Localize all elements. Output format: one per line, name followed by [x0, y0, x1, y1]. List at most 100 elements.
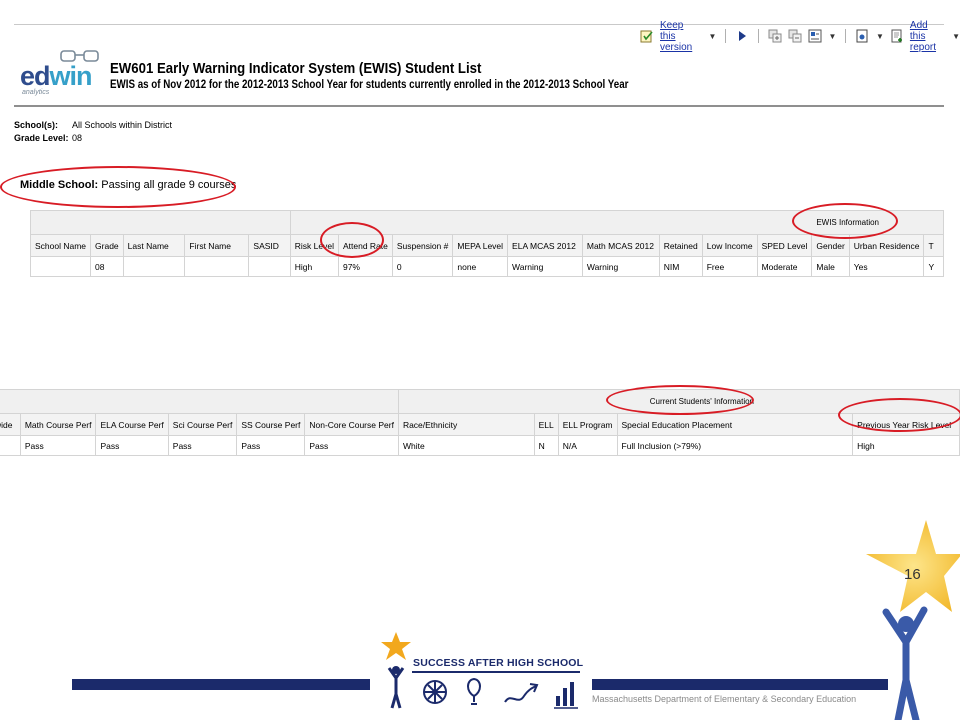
keep-version-dropdown-icon[interactable]: ▼	[709, 32, 717, 41]
brand-star-person-icon	[381, 632, 411, 709]
cell-0	[29, 256, 92, 277]
table-row: 08 High 97% 0 none Warning Warning NIM Free Moder…	[29, 256, 944, 277]
agency-name: Massachusetts Department of Elementary &…	[592, 694, 857, 704]
cell-2	[122, 256, 186, 277]
bar-chart-icon	[554, 682, 578, 709]
school-param-value: All Schools within District	[72, 120, 173, 130]
edwin-logo: edwin analytics	[20, 50, 102, 100]
report-subtitle: EWIS as of Nov 2012 for the 2012-2013 Sc…	[110, 79, 629, 91]
expand-icon[interactable]	[768, 29, 782, 43]
cell-6: White	[397, 435, 535, 456]
col-header-low-income[interactable]: Low Income	[701, 234, 758, 257]
cell-5: Pass	[304, 435, 399, 456]
col-header-ela-mcas-2012[interactable]: ELA MCAS 2012	[507, 234, 583, 257]
play-icon[interactable]	[735, 29, 749, 43]
report-toolbar: Keep this version ▼ ▼ ▼ Add this report …	[640, 20, 960, 53]
col-header-t[interactable]: T	[923, 234, 944, 257]
collapse-icon[interactable]	[788, 29, 802, 43]
cell-11: NIM	[658, 256, 703, 277]
toolbar-separator	[845, 29, 846, 43]
section-title: Middle School: Passing all grade 9 cours…	[20, 179, 237, 191]
ewis-header-row: School Name Grade Last Name First Name SASID…	[29, 234, 944, 257]
col-header-last-name[interactable]: Last Name	[122, 234, 186, 257]
col-header-ell-program[interactable]: ELL Program	[557, 413, 618, 436]
grade-param-label: Grade Level:	[14, 133, 69, 143]
print-dropdown-icon[interactable]: ▼	[876, 32, 884, 41]
keep-version-icon[interactable]	[640, 29, 654, 43]
cell-4: Pass	[236, 435, 306, 456]
current-header-row: wideMath Course PerfELA Course PerfSci C…	[0, 413, 960, 436]
table-row: Pass Pass Pass Pass Pass White N N/A Full Inclus…	[0, 435, 960, 456]
cell-6: 97%	[337, 256, 393, 277]
report-parameters: School(s): All Schools within District G…	[14, 119, 172, 145]
col-header-race-ethnicity[interactable]: Race/Ethnicity	[397, 413, 535, 436]
table-group-blank	[0, 389, 399, 414]
add-report-dropdown-icon[interactable]: ▼	[952, 32, 960, 41]
col-header-school-name[interactable]: School Name	[29, 234, 92, 257]
footer-bar-right	[592, 679, 888, 690]
cell-5: High	[289, 256, 339, 277]
logo-subtitle: analytics	[22, 89, 50, 96]
export-icon[interactable]	[808, 29, 822, 43]
compass-icon	[423, 680, 447, 704]
col-header-non-core-course-perf[interactable]: Non-Core Course Perf	[304, 413, 399, 436]
col-header-math-course-perf[interactable]: Math Course Perf	[19, 413, 97, 436]
lightbulb-icon	[467, 677, 481, 705]
add-report-icon[interactable]	[890, 29, 904, 43]
school-param-label: School(s):	[14, 120, 58, 130]
col-header-sci-course-perf[interactable]: Sci Course Perf	[167, 413, 238, 436]
col-header-grade[interactable]: Grade	[90, 234, 124, 257]
col-header-risk-level[interactable]: Risk Level	[289, 234, 339, 257]
cell-8: none	[452, 256, 509, 277]
grade-param-value: 08	[72, 133, 83, 143]
cell-4	[248, 256, 291, 277]
col-header-sasid[interactable]: SASID	[248, 234, 291, 257]
col-header-math-mcas-2012[interactable]: Math MCAS 2012	[581, 234, 660, 257]
cell-1: 08	[90, 256, 124, 277]
current-students-table: Current Students' Information wideMath C…	[0, 389, 960, 456]
keep-version-link[interactable]: Keep this version	[660, 20, 702, 53]
path-arrow-icon	[504, 683, 539, 703]
print-icon[interactable]	[855, 29, 869, 43]
col-header-urban-residence[interactable]: Urban Residence	[848, 234, 925, 257]
col-header-ell[interactable]: ELL	[533, 413, 559, 436]
group-header-current-students: Current Students' Information	[397, 389, 960, 414]
add-report-link[interactable]: Add this report	[910, 20, 945, 53]
col-header-mepa-level[interactable]: MEPA Level	[452, 234, 509, 257]
cell-7: 0	[391, 256, 454, 277]
page-number: 16	[904, 566, 921, 583]
cell-10: High	[852, 435, 960, 456]
brand-text: SUCCESS AFTER HIGH SCHOOL	[413, 657, 584, 669]
cell-3	[184, 256, 250, 277]
col-header-previous-year-risk-level[interactable]: Previous Year Risk Level	[852, 413, 960, 436]
star-person-icon	[866, 520, 960, 720]
cell-10: Warning	[581, 256, 660, 277]
toolbar-separator	[725, 29, 726, 43]
table-group-blank	[30, 210, 291, 235]
col-header-first-name[interactable]: First Name	[184, 234, 250, 257]
report-title: EW601 Early Warning Indicator System (EW…	[110, 60, 482, 77]
col-header-gender[interactable]: Gender	[811, 234, 850, 257]
col-header-ss-course-perf[interactable]: SS Course Perf	[236, 413, 306, 436]
col-header-ela-course-perf[interactable]: ELA Course Perf	[95, 413, 169, 436]
col-header-wide[interactable]: wide	[0, 413, 21, 436]
cell-7: N	[533, 435, 559, 456]
toolbar-rule	[14, 24, 944, 25]
col-header-suspension[interactable]: Suspension #	[391, 234, 454, 257]
success-after-high-school-brand: SUCCESS AFTER HIGH SCHOOL	[378, 632, 584, 712]
cell-13: Moderate	[756, 256, 813, 277]
col-header-attend-rate[interactable]: Attend Rate	[337, 234, 393, 257]
header-rule	[14, 105, 944, 107]
logo-wordmark: edwin	[20, 61, 93, 91]
ewis-table: EWIS Information School Name Grade Last Na…	[29, 210, 945, 277]
col-header-special-education-placement[interactable]: Special Education Placement	[616, 413, 854, 436]
cell-8: N/A	[557, 435, 618, 456]
cell-15: Yes	[848, 256, 925, 277]
col-header-sped-level[interactable]: SPED Level	[756, 234, 813, 257]
col-header-retained[interactable]: Retained	[658, 234, 703, 257]
cell-9: Warning	[507, 256, 583, 277]
cell-16: Y	[923, 256, 944, 277]
brand-rule	[412, 671, 580, 673]
group-header-ewis: EWIS Information	[289, 210, 945, 235]
export-dropdown-icon[interactable]: ▼	[829, 32, 837, 41]
